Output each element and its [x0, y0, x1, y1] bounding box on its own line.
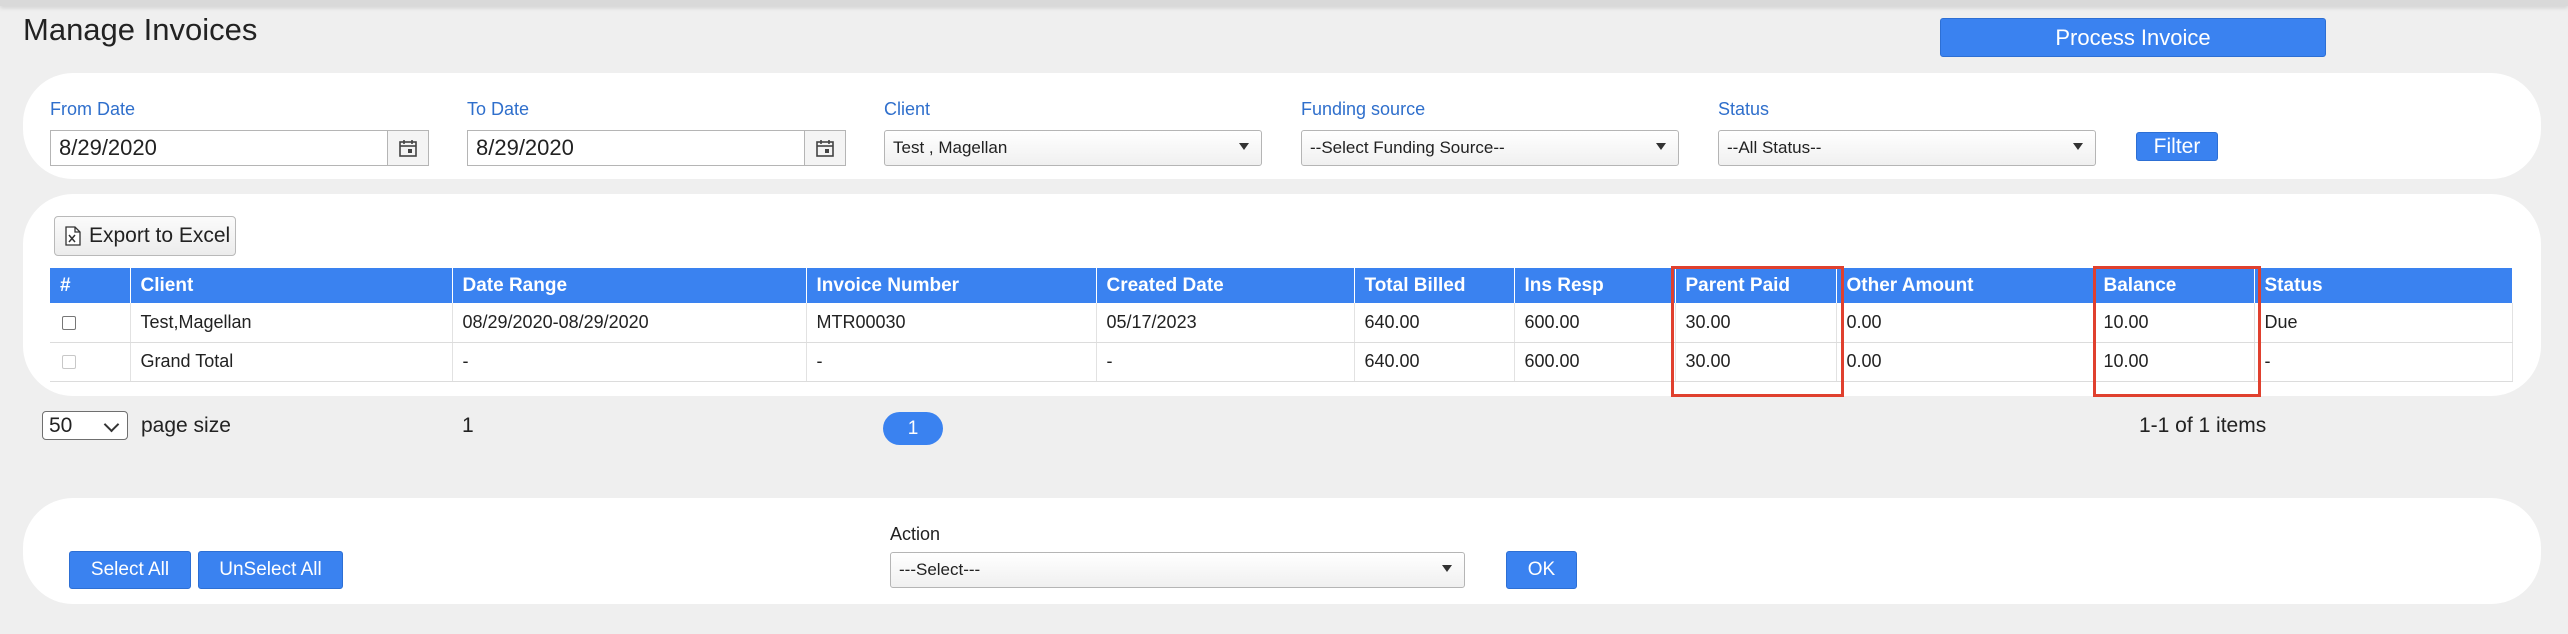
column-header-status[interactable]: Status [2254, 268, 2513, 303]
status-select-value: --All Status-- [1727, 138, 1822, 157]
cell-other-amount: 0.00 [1836, 303, 2094, 343]
ok-button[interactable]: OK [1506, 551, 1577, 589]
cell-date-range: - [452, 342, 807, 382]
column-header-index[interactable]: # [50, 268, 131, 303]
page-button-current[interactable]: 1 [883, 412, 943, 445]
cell-created-date: 05/17/2023 [1096, 303, 1355, 343]
page-size-select[interactable]: 50 [42, 411, 128, 440]
filter-panel: From Date 8/29/2020 To Date 8/29/2020 Cl… [23, 73, 2541, 179]
export-label: Export to Excel [89, 224, 231, 247]
client-label: Client [884, 99, 931, 119]
cell-invoice-number: MTR00030 [806, 303, 1097, 343]
cell-invoice-number: - [806, 342, 1097, 382]
column-header-date-range[interactable]: Date Range [452, 268, 807, 303]
cell-ins-resp: 600.00 [1514, 342, 1676, 382]
top-bar-shadow [0, 0, 2568, 6]
select-all-button[interactable]: Select All [69, 551, 191, 589]
cell-client: Test,Magellan [130, 303, 453, 343]
cell-created-date: - [1096, 342, 1355, 382]
highlight-box-balance [2093, 266, 2261, 397]
cell-date-range: 08/29/2020-08/29/2020 [452, 303, 807, 343]
action-select[interactable]: ---Select--- [890, 552, 1465, 588]
page-size-value: 50 [49, 413, 73, 437]
calendar-icon[interactable] [804, 131, 845, 165]
row-checkbox[interactable] [62, 316, 76, 330]
client-select[interactable]: Test , Magellan [884, 130, 1262, 166]
column-header-created-date[interactable]: Created Date [1096, 268, 1355, 303]
action-select-value: ---Select--- [899, 560, 981, 579]
from-date-input[interactable]: 8/29/2020 [50, 130, 429, 166]
chevron-down-icon [103, 416, 120, 433]
dropdown-arrow-icon [1239, 143, 1249, 150]
funding-source-label: Funding source [1301, 99, 1426, 119]
unselect-all-button[interactable]: UnSelect All [198, 551, 343, 589]
export-to-excel-button[interactable]: Export to Excel [54, 216, 236, 256]
highlight-box-parent-paid [1671, 266, 1844, 397]
cell-client: Grand Total [130, 342, 453, 382]
page-size-label: page size [141, 414, 231, 437]
client-select-value: Test , Magellan [893, 138, 1008, 157]
column-header-total-billed[interactable]: Total Billed [1354, 268, 1515, 303]
cell-total-billed: 640.00 [1354, 342, 1515, 382]
items-info: 1-1 of 1 items [2139, 414, 2267, 437]
cell-status: Due [2254, 303, 2513, 343]
actions-panel: Select All UnSelect All Action ---Select… [23, 498, 2541, 604]
from-date-value: 8/29/2020 [59, 135, 157, 160]
to-date-value: 8/29/2020 [476, 135, 574, 160]
cell-total-billed: 640.00 [1354, 303, 1515, 343]
page-title: Manage Invoices [23, 12, 258, 47]
to-date-label: To Date [467, 99, 530, 119]
row-checkbox-disabled [62, 355, 76, 370]
status-select[interactable]: --All Status-- [1718, 130, 2096, 166]
cell-ins-resp: 600.00 [1514, 303, 1676, 343]
column-header-client[interactable]: Client [130, 268, 453, 303]
funding-source-select[interactable]: --Select Funding Source-- [1301, 130, 1679, 166]
dropdown-arrow-icon [2073, 143, 2083, 150]
process-invoice-button[interactable]: Process Invoice [1940, 18, 2326, 57]
calendar-icon[interactable] [387, 131, 428, 165]
cell-status: - [2254, 342, 2513, 382]
status-label: Status [1718, 99, 1770, 119]
from-date-label: From Date [50, 99, 136, 119]
action-label: Action [890, 524, 941, 544]
dropdown-arrow-icon [1656, 143, 1666, 150]
cell-other-amount: 0.00 [1836, 342, 2094, 382]
filter-button[interactable]: Filter [2136, 132, 2218, 161]
funding-source-value: --Select Funding Source-- [1310, 138, 1505, 157]
dropdown-arrow-icon [1442, 565, 1452, 572]
page-number-text: 1 [462, 414, 474, 437]
column-header-other-amount[interactable]: Other Amount [1836, 268, 2094, 303]
column-header-invoice-number[interactable]: Invoice Number [806, 268, 1097, 303]
excel-file-icon [65, 226, 81, 246]
column-header-ins-resp[interactable]: Ins Resp [1514, 268, 1676, 303]
to-date-input[interactable]: 8/29/2020 [467, 130, 846, 166]
